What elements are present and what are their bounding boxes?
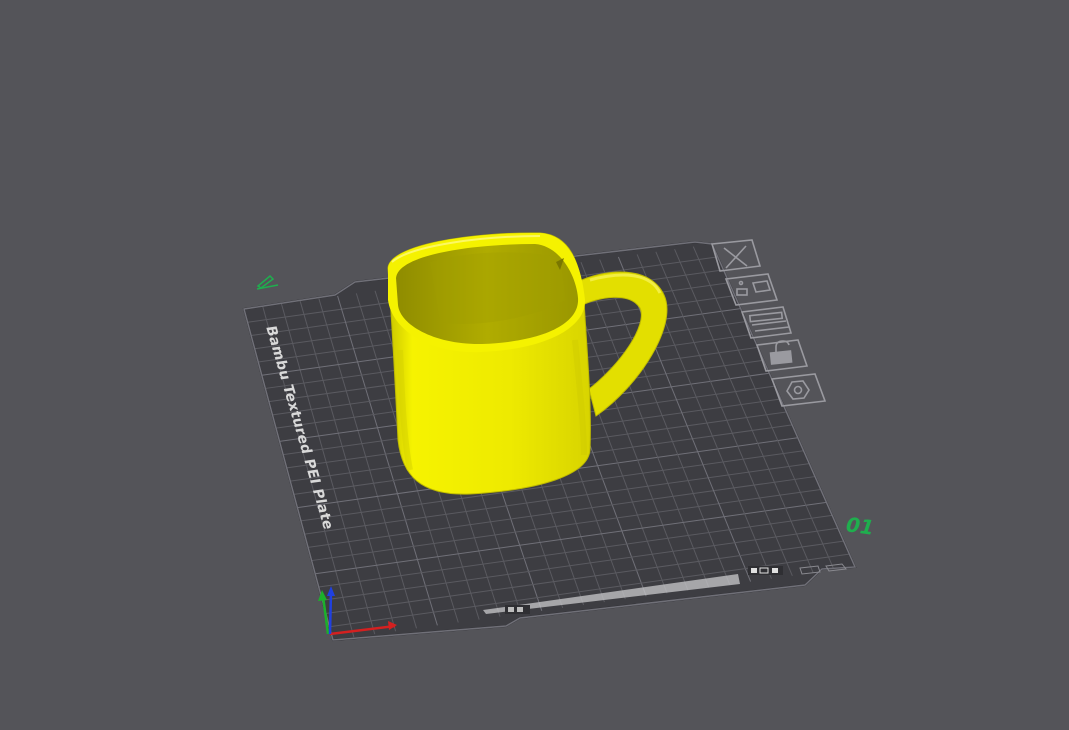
3d-viewport[interactable] bbox=[0, 0, 1069, 730]
close-icon[interactable] bbox=[710, 239, 762, 272]
orient-icon[interactable] bbox=[740, 306, 793, 339]
edit-plate-name-icon[interactable] bbox=[254, 272, 284, 292]
arrange-icon[interactable] bbox=[724, 273, 779, 306]
settings-icon[interactable] bbox=[770, 373, 827, 407]
lock-icon[interactable] bbox=[755, 339, 809, 372]
